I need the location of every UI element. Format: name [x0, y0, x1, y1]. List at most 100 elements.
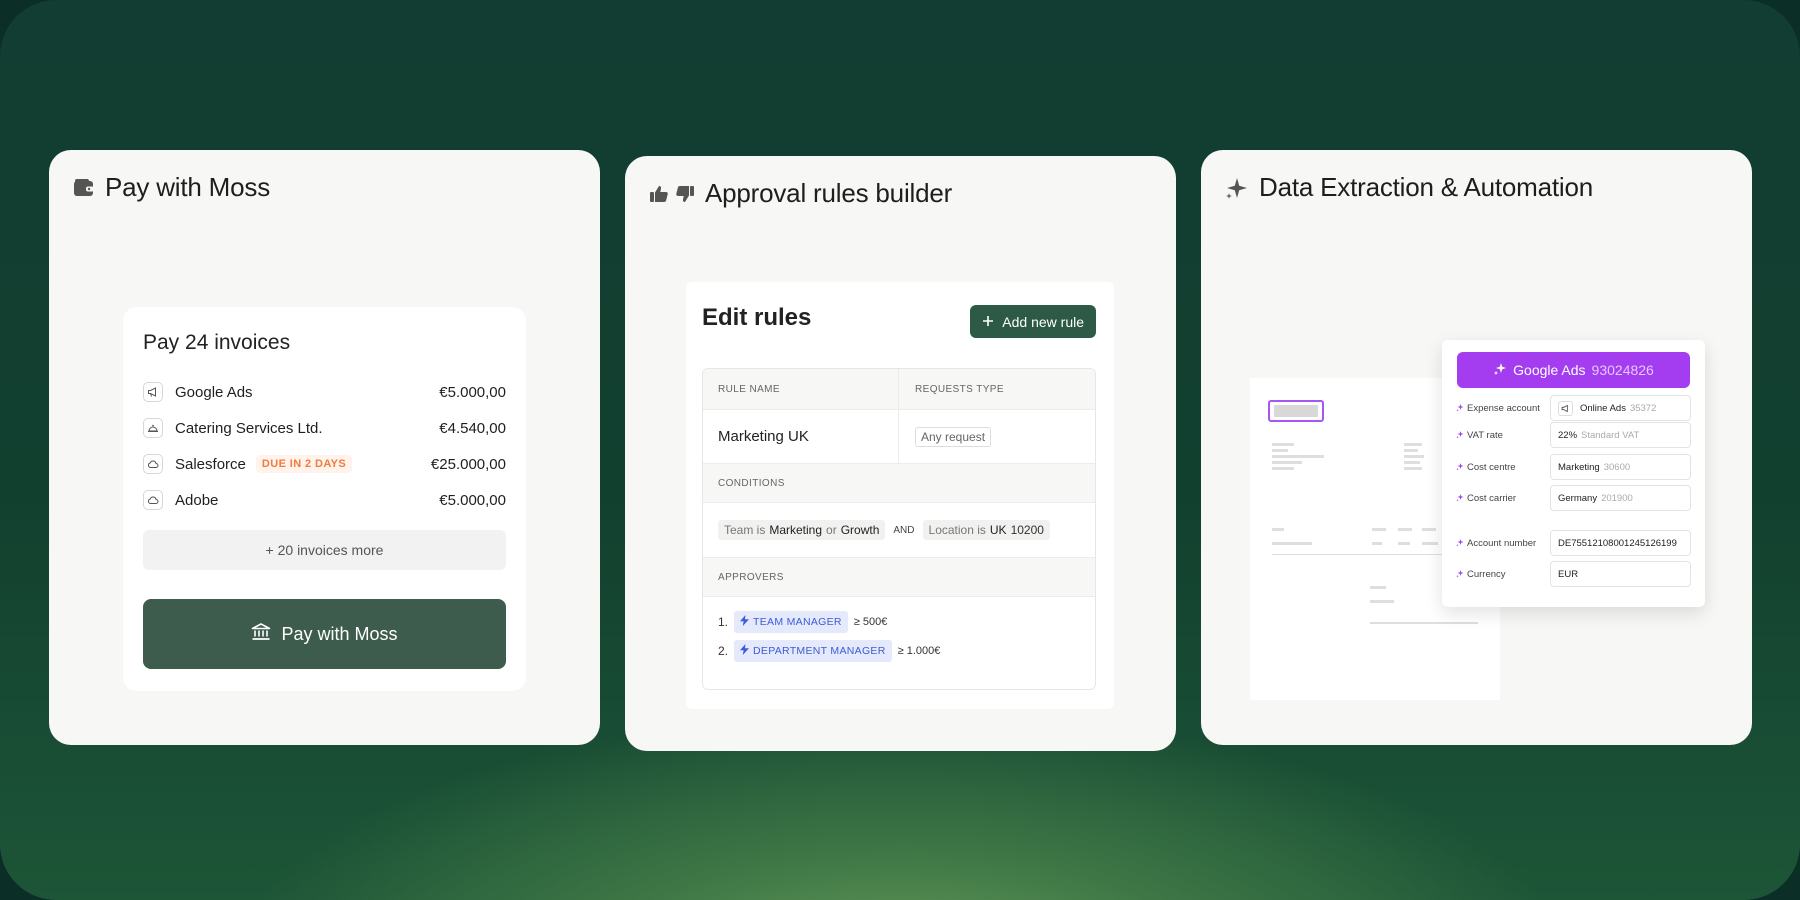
pay-invoices-panel: Pay 24 invoices Google Ads €5.000,00 Cat…	[123, 307, 526, 691]
condition-row[interactable]: Team is Marketing or Growth AND Location…	[718, 503, 1050, 557]
vendor-name: Google Ads	[1513, 362, 1586, 378]
due-badge: DUE IN 2 DAYS	[255, 455, 353, 473]
approver-role-chip: TEAM MANAGER	[734, 611, 848, 633]
card-title-extraction: Data Extraction & Automation	[1225, 172, 1593, 203]
panel-title: Edit rules	[702, 304, 812, 331]
megaphone-icon	[1558, 400, 1573, 416]
data-extraction-card: Data Extraction & Automation Google Ads …	[1201, 150, 1752, 745]
invoice-row[interactable]: Catering Services Ltd. €4.540,00	[143, 414, 506, 442]
pay-with-moss-card: Pay with Moss Pay 24 invoices Google Ads…	[49, 150, 600, 745]
extracted-field-row: Account number DE75512108001245126199	[1456, 529, 1692, 557]
bank-icon	[251, 622, 271, 646]
invoice-row[interactable]: Google Ads €5.000,00	[143, 378, 506, 406]
cloche-icon	[143, 418, 163, 438]
megaphone-icon	[143, 382, 163, 402]
approval-rules-card: Approval rules builder Edit rules Add ne…	[625, 156, 1176, 751]
approver-number: 2.	[718, 644, 729, 658]
thumbs-up-icon	[649, 184, 669, 204]
expense-account-field[interactable]: Online Ads 35372	[1550, 395, 1691, 421]
sparkle-icon	[1493, 362, 1507, 379]
card-title-text: Data Extraction & Automation	[1259, 172, 1594, 202]
card-title-pay: Pay with Moss	[73, 172, 270, 203]
sparkle-icon	[1456, 463, 1464, 471]
field-value: EUR	[1558, 568, 1579, 580]
condition-and: AND	[893, 524, 915, 536]
selected-logo-region[interactable]	[1268, 400, 1324, 422]
sparkle-icon	[1456, 539, 1464, 547]
sparkle-icon	[1456, 431, 1464, 439]
invoice-amount: €4.540,00	[439, 419, 506, 437]
field-label: Cost carrier	[1467, 492, 1517, 504]
card-title-text: Approval rules builder	[705, 178, 953, 208]
condition-value: Growth	[840, 523, 880, 537]
vendor-id: 93024826	[1591, 362, 1654, 378]
approver-role-chip: DEPARTMENT MANAGER	[734, 640, 892, 662]
more-invoices-button[interactable]: + 20 invoices more	[143, 530, 506, 570]
currency-field[interactable]: EUR	[1550, 561, 1691, 587]
invoice-amount: €5.000,00	[439, 383, 506, 401]
sparkle-icon	[1225, 176, 1249, 200]
wallet-icon	[73, 178, 95, 198]
field-value: Germany	[1558, 492, 1598, 504]
conditions-label: CONDITIONS	[703, 463, 1095, 503]
approver-threshold: ≥ 500€	[853, 616, 888, 628]
invoice-row[interactable]: Adobe €5.000,00	[143, 486, 506, 514]
thumbs-down-icon	[675, 184, 695, 204]
vat-rate-field[interactable]: 22% Standard VAT	[1550, 422, 1691, 448]
field-code: 30600	[1603, 461, 1631, 473]
field-label: Cost centre	[1467, 461, 1516, 473]
rules-table: RULE NAME REQUESTS TYPE Marketing UK Any…	[702, 368, 1096, 690]
pay-button-label: Pay with Moss	[281, 623, 398, 644]
plus-icon	[982, 314, 994, 330]
invoice-name: Catering Services Ltd.	[175, 419, 323, 437]
condition-code: 10200	[1010, 523, 1044, 537]
extraction-panel: Google Ads 93024826 Expense account Onli…	[1442, 340, 1705, 607]
vendor-match-button[interactable]: Google Ads 93024826	[1457, 352, 1690, 388]
condition-or: or	[826, 523, 837, 537]
rule-name-cell[interactable]: Marketing UK	[703, 409, 899, 463]
field-code: 201900	[1601, 492, 1633, 504]
pay-with-moss-button[interactable]: Pay with Moss	[143, 599, 506, 669]
sparkle-icon	[1456, 404, 1464, 412]
approver-threshold: ≥ 1.000€	[897, 645, 941, 657]
approver-role: DEPARTMENT MANAGER	[753, 645, 886, 657]
approver-number: 1.	[718, 615, 729, 629]
sparkle-icon	[1456, 494, 1464, 502]
condition-prefix: Team is	[724, 523, 766, 537]
request-type-cell[interactable]: Any request	[899, 409, 1095, 463]
field-value: Marketing	[1558, 461, 1600, 473]
card-title-approval: Approval rules builder	[649, 178, 952, 209]
approver-row[interactable]: 1. TEAM MANAGER ≥ 500€	[718, 611, 887, 633]
location-condition-chip[interactable]: Location is UK 10200	[922, 520, 1050, 540]
invoice-name: Salesforce	[175, 455, 246, 473]
cost-carrier-field[interactable]: Germany 201900	[1550, 485, 1691, 511]
approver-role: TEAM MANAGER	[753, 616, 842, 628]
field-value: Online Ads	[1580, 402, 1626, 414]
add-rule-label: Add new rule	[1002, 313, 1084, 330]
invoice-amount: €25.000,00	[430, 455, 506, 473]
invoice-row[interactable]: Salesforce DUE IN 2 DAYS €25.000,00	[143, 450, 506, 478]
cloud-icon	[143, 490, 163, 510]
extracted-field-row: Expense account Online Ads 35372	[1456, 394, 1692, 422]
invoice-name: Google Ads	[175, 383, 253, 401]
extracted-field-row: Cost carrier Germany 201900	[1456, 484, 1692, 512]
extracted-field-row: Cost centre Marketing 30600	[1456, 453, 1692, 481]
card-title-text: Pay with Moss	[105, 172, 271, 202]
field-label: Expense account	[1467, 402, 1540, 414]
request-type-tag: Any request	[915, 426, 992, 447]
condition-value: UK	[989, 523, 1007, 537]
invoice-name: Adobe	[175, 491, 219, 509]
field-code: 35372	[1629, 402, 1657, 414]
field-code: Standard VAT	[1581, 429, 1640, 441]
column-header-requests-type: REQUESTS TYPE	[899, 369, 1095, 409]
field-label: VAT rate	[1467, 429, 1503, 441]
edit-rules-panel: Edit rules Add new rule RULE NAME REQUES…	[686, 282, 1114, 709]
cloud-icon	[143, 454, 163, 474]
cost-centre-field[interactable]: Marketing 30600	[1550, 454, 1691, 480]
add-new-rule-button[interactable]: Add new rule	[970, 305, 1096, 338]
condition-prefix: Location is	[928, 523, 986, 537]
team-condition-chip[interactable]: Team is Marketing or Growth	[718, 520, 886, 540]
account-number-field[interactable]: DE75512108001245126199	[1550, 530, 1691, 556]
approver-row[interactable]: 2. DEPARTMENT MANAGER ≥ 1.000€	[718, 640, 940, 662]
extracted-field-row: Currency EUR	[1456, 560, 1692, 588]
